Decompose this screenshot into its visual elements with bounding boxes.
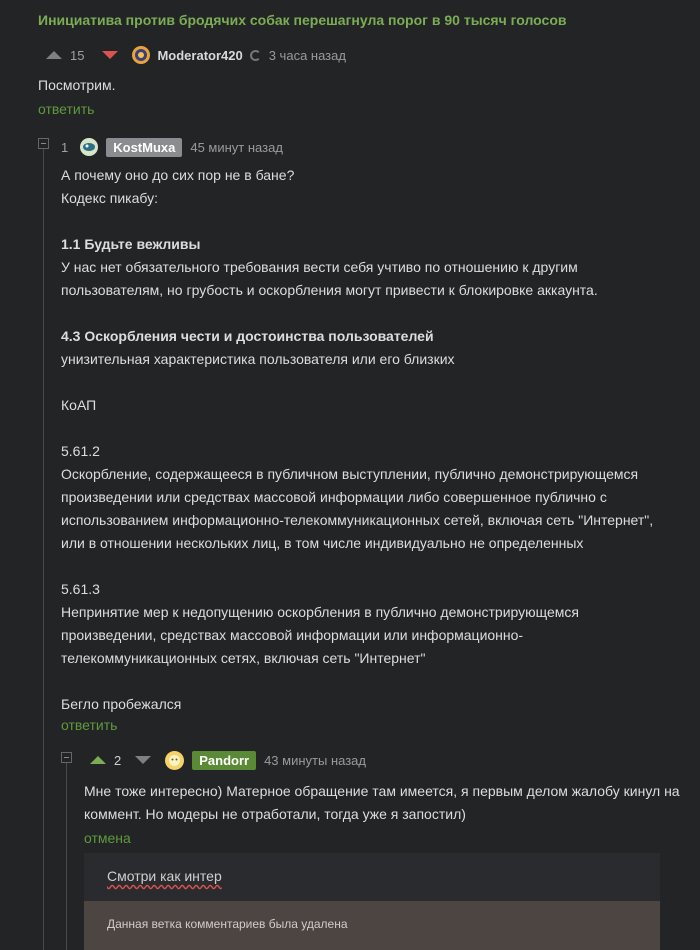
vote-count: 2 — [114, 752, 122, 768]
reply-link[interactable]: ответить — [61, 717, 117, 733]
deleted-thread-notice: Данная ветка комментариев была удалена — [84, 901, 660, 950]
text-line: произведении или средствах массовой инфо… — [61, 489, 607, 505]
edited-icon — [249, 49, 261, 61]
comment-body: Мне тоже интересно) Матерное обращение т… — [84, 780, 684, 826]
upvote-icon[interactable] — [46, 51, 62, 59]
collapse-toggle[interactable] — [61, 752, 72, 763]
rule-heading: 4.3 Оскорбления чести и достоинства поль… — [61, 328, 434, 344]
text-line: У нас нет обязательного требования вести… — [61, 259, 578, 275]
text-line: КоАП — [61, 397, 97, 413]
text-line: унизительная характеристика пользователя… — [61, 351, 455, 367]
downvote-icon[interactable] — [135, 756, 152, 764]
deleted-notice-text: Данная ветка комментариев была удалена — [107, 917, 348, 931]
cancel-link[interactable]: отмена — [84, 830, 131, 846]
text-line: 5.61.2 — [61, 443, 100, 459]
text-line — [61, 670, 681, 693]
text-line: использованием информационно-телекоммуни… — [61, 512, 654, 528]
vote-count: 1 — [61, 139, 69, 155]
text-line — [61, 417, 681, 440]
text-line — [61, 210, 681, 233]
thread-line[interactable] — [43, 148, 44, 950]
text-line: А почему оно до сих пор не в бане? — [61, 167, 295, 183]
text-line: Мне тоже интересно) Матерное обращение т… — [84, 783, 680, 799]
text-line: Бегло пробежался — [61, 696, 182, 712]
post-title-link[interactable]: Инициатива против бродячих собак перешаг… — [38, 12, 567, 28]
comment-header-1: 15 Moderator420 3 часа назад — [46, 46, 346, 64]
text-line — [61, 302, 681, 325]
downvote-icon[interactable] — [102, 51, 119, 59]
reply-link[interactable]: ответить — [38, 101, 94, 117]
comment-text: Посмотрим. — [38, 77, 116, 93]
reply-input[interactable]: Смотри как интер — [84, 853, 660, 901]
text-line — [61, 371, 681, 394]
text-line: коммент. Но модеры не отработали, тогда … — [84, 806, 466, 822]
text-line: телекоммуникационных сетях, включая сеть… — [61, 650, 426, 666]
reply-input-text[interactable]: Смотри как интер — [107, 868, 222, 884]
username-tag[interactable]: KostMuxa — [106, 137, 183, 157]
text-line: пользователям, но грубость и оскорбления… — [61, 282, 598, 298]
avatar[interactable] — [132, 46, 151, 64]
text-line: или в отношении нескольких лиц, в том чи… — [61, 535, 584, 551]
comment-header-2: 1 KostMuxa 45 минут назад — [61, 137, 283, 157]
avatar[interactable] — [80, 138, 99, 156]
upvote-icon[interactable] — [90, 756, 106, 764]
text-line — [61, 555, 681, 578]
input-value: Смотри как интер — [107, 868, 222, 884]
collapse-toggle[interactable] — [38, 138, 49, 149]
vote-count: 15 — [70, 47, 85, 63]
thread-line[interactable] — [66, 762, 67, 950]
text-line: Непринятие мер к недопущению оскорбления… — [61, 604, 579, 620]
username-tag[interactable]: Pandorr — [192, 750, 257, 770]
comment-header-3: 2 Pandorr 43 минуты назад — [90, 750, 366, 770]
comment-body: А почему оно до сих пор не в бане? Кодек… — [61, 164, 681, 716]
text-line: 5.61.3 — [61, 581, 100, 597]
avatar[interactable] — [165, 750, 185, 770]
text-line: Кодекс пикабу: — [61, 190, 158, 206]
timestamp[interactable]: 45 минут назад — [190, 140, 283, 155]
username[interactable]: Moderator420 — [157, 48, 242, 63]
timestamp[interactable]: 43 минуты назад — [264, 753, 366, 768]
text-line: произведении, средствах массовой информа… — [61, 627, 524, 643]
timestamp[interactable]: 3 часа назад — [269, 48, 346, 63]
text-line: Оскорбление, содержащееся в публичном вы… — [61, 466, 639, 482]
rule-heading: 1.1 Будьте вежливы — [61, 236, 201, 252]
